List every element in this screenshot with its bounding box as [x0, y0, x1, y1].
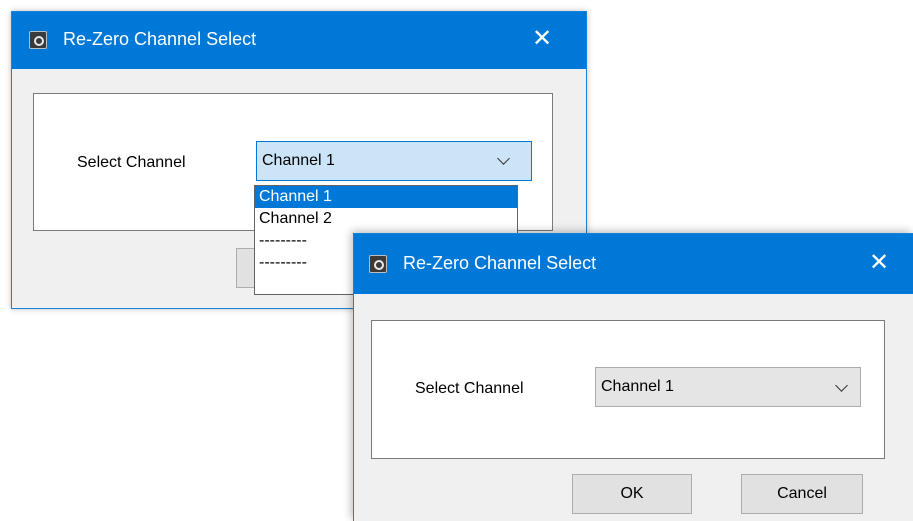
dialog-re-zero-channel-select-front: Re-Zero Channel Select ✕ Select Channel … [353, 233, 913, 521]
cancel-button[interactable]: Cancel [741, 474, 863, 514]
chevron-down-icon[interactable] [497, 152, 510, 165]
channel-select-combobox[interactable]: Channel 1 [595, 367, 861, 407]
app-icon [369, 255, 387, 273]
select-channel-label: Select Channel [415, 380, 524, 397]
window-title: Re-Zero Channel Select [403, 253, 597, 273]
window-title: Re-Zero Channel Select [63, 29, 257, 49]
title-bar[interactable]: Re-Zero Channel Select ✕ [354, 234, 913, 294]
title-bar[interactable]: Re-Zero Channel Select ✕ [12, 12, 586, 69]
ok-button[interactable]: OK [572, 474, 692, 514]
app-icon [29, 31, 47, 49]
dropdown-item-channel-1[interactable]: Channel 1 [255, 186, 517, 208]
dropdown-item-channel-2[interactable]: Channel 2 [255, 208, 517, 230]
chevron-down-icon[interactable] [835, 379, 848, 392]
channel-select-combobox[interactable]: Channel 1 [256, 141, 532, 181]
close-icon[interactable]: ✕ [532, 26, 552, 50]
combobox-value: Channel 1 [601, 378, 674, 395]
combobox-value: Channel 1 [262, 152, 335, 169]
close-icon[interactable]: ✕ [869, 250, 889, 274]
select-channel-label: Select Channel [77, 154, 186, 171]
channel-groupbox: Select Channel Channel 1 [371, 320, 885, 459]
